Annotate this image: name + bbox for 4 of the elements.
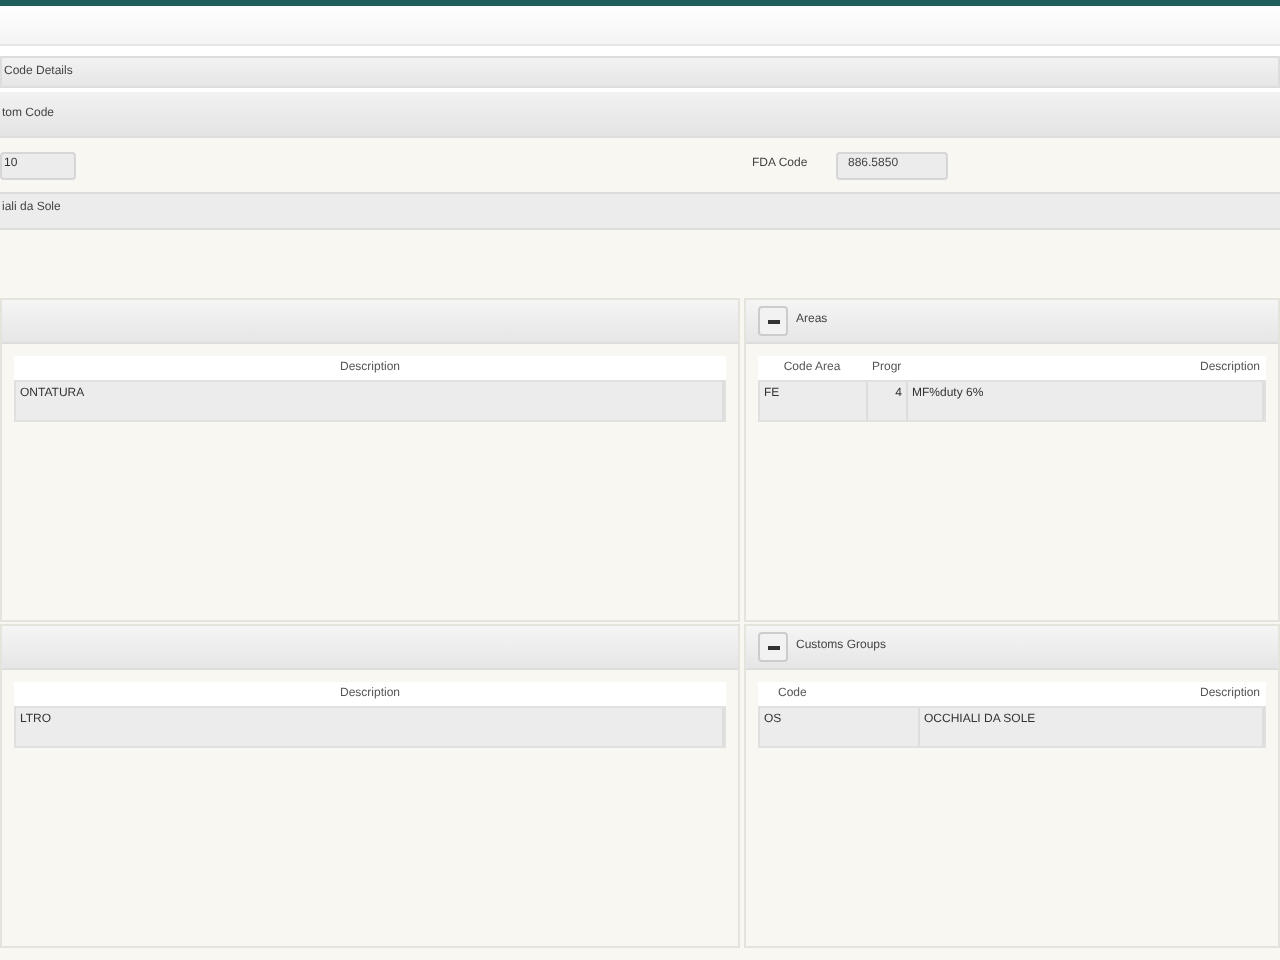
collapse-button[interactable] [758,632,788,662]
minus-icon [767,319,779,323]
collapse-button[interactable] [758,306,788,336]
minus-icon [767,645,779,649]
